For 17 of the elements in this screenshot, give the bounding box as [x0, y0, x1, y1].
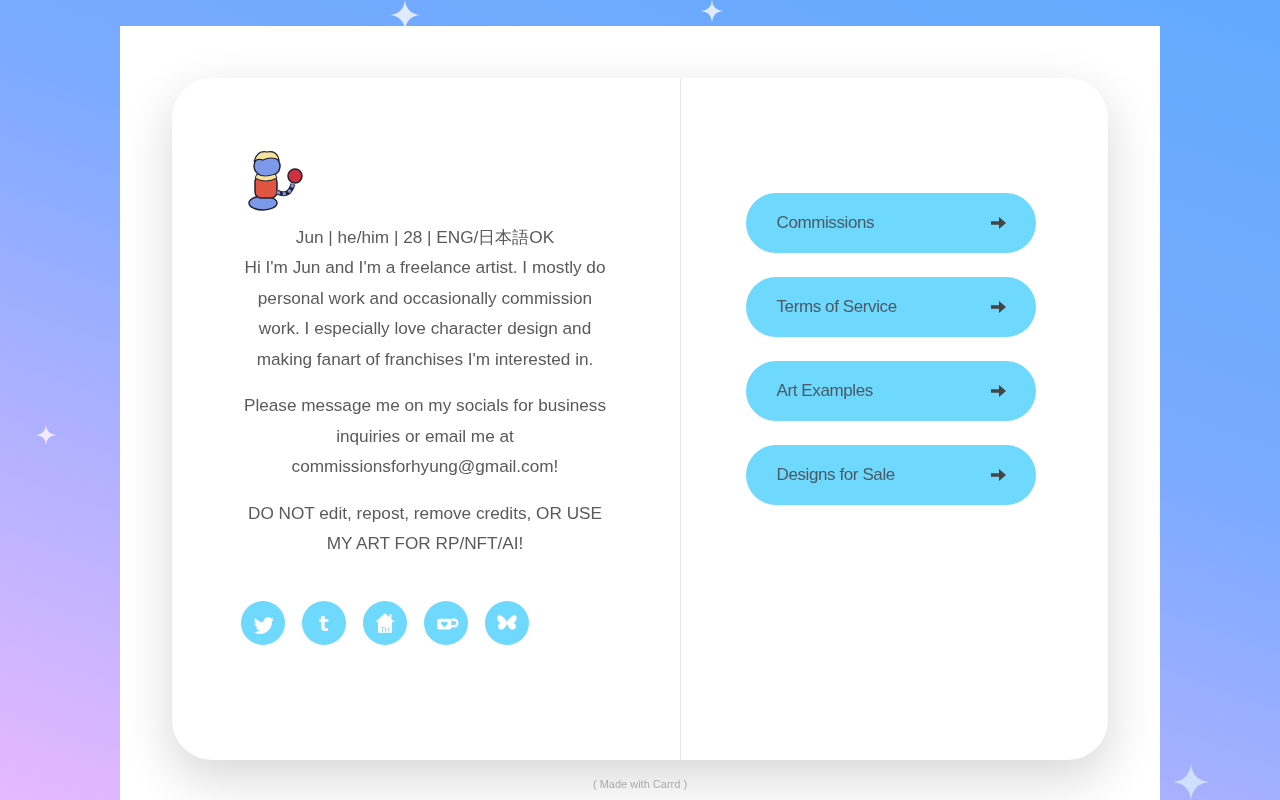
bio-paragraph: Hi I'm Jun and I'm a freelance artist. I mostly do personal work and occasionally commission work. I especially love character design and making fanart of franchises I'm interested in. [243, 256, 607, 371]
link-button[interactable]: Art Examples [745, 361, 1036, 421]
social-link[interactable] [424, 600, 468, 645]
arrow-icon [990, 300, 1006, 314]
link-button[interactable]: Commissions [745, 193, 1036, 253]
arrow-icon [990, 216, 1006, 230]
bio-paragraph: DO NOT edit, repost, remove credits, OR USE MY ART FOR RP/NFT/AI! [246, 501, 603, 555]
arrow-icon [990, 384, 1006, 398]
letter-icon: t [311, 609, 337, 636]
profile-tagline: Jun | he/him | 28 | ENG/日本語OK [295, 225, 555, 249]
sparkle-icon [36, 425, 56, 445]
arrow-icon [990, 468, 1006, 482]
social-link[interactable] [241, 600, 285, 645]
bio-paragraph: Please message me on my socials for business inquiries or email me at commissionsforhyung@gmail.com! [242, 394, 608, 478]
link-button[interactable]: Terms of Service [745, 277, 1036, 337]
link-button[interactable]: Designs for Sale [745, 445, 1036, 505]
social-link[interactable] [485, 600, 529, 645]
